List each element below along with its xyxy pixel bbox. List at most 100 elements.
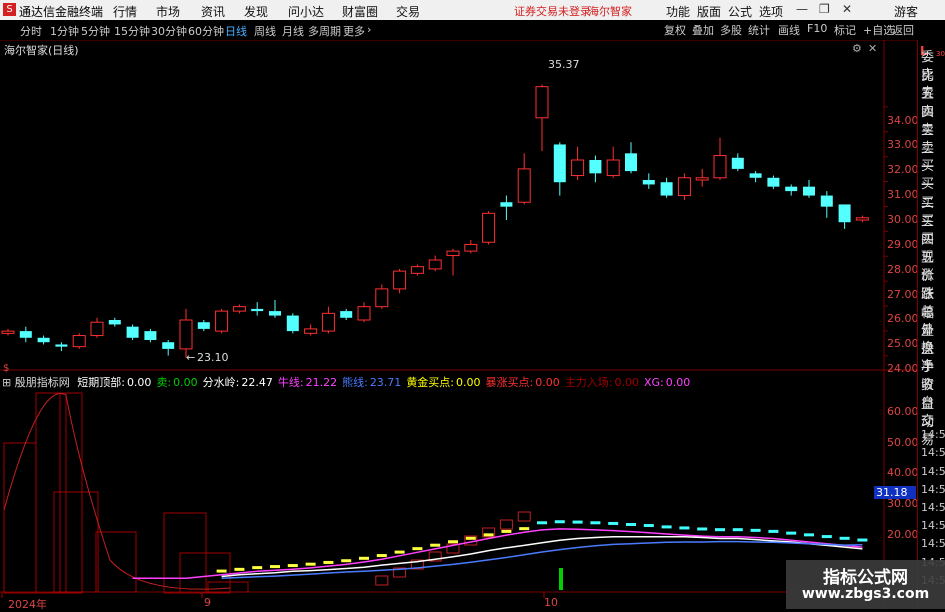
- candle-body: [286, 315, 299, 332]
- close-icon[interactable]: ✕: [842, 2, 852, 16]
- period-5min[interactable]: 5分钟: [81, 23, 110, 39]
- btn-overlay[interactable]: 叠加: [692, 22, 714, 38]
- period-15min[interactable]: 15分钟: [114, 23, 150, 39]
- indicator-item-value: 23.71: [369, 376, 402, 389]
- indicator-marker: [287, 564, 298, 568]
- candle-body: [553, 144, 566, 183]
- restore-icon[interactable]: ❐: [819, 2, 830, 16]
- indicator-item-value: 22.47: [241, 376, 273, 389]
- indicator-item-value: 0.00: [535, 376, 560, 389]
- period-30min[interactable]: 30分钟: [151, 23, 187, 39]
- period-weekly[interactable]: 周线: [254, 23, 276, 39]
- side-panel-item[interactable]: 14:56: [921, 501, 945, 514]
- indicator-marker: [857, 538, 868, 542]
- candle-body: [803, 186, 815, 196]
- period-60min[interactable]: 60分钟: [188, 23, 224, 39]
- y-tick: 34.00: [887, 114, 919, 127]
- candle-body: [428, 259, 442, 270]
- menu-options[interactable]: 选项: [759, 3, 783, 20]
- indicator-marker: [679, 526, 690, 530]
- side-panel-item[interactable]: 14:56: [921, 446, 945, 459]
- candle-body: [589, 160, 602, 174]
- indicator-marker: [839, 536, 850, 540]
- period-more[interactable]: 更多: [343, 23, 365, 39]
- menu-news[interactable]: 资讯: [201, 3, 225, 20]
- btn-back[interactable]: 返回: [892, 22, 914, 38]
- candle-body: [482, 212, 496, 243]
- menu-trade[interactable]: 交易: [396, 3, 420, 20]
- indicator-item-value: 0.00: [614, 376, 639, 389]
- menu-quotes[interactable]: 行情: [113, 3, 137, 20]
- indicator-marker: [697, 527, 708, 531]
- indicator-expand-icon[interactable]: ⊞: [2, 376, 11, 389]
- menu-function[interactable]: 功能: [666, 3, 690, 20]
- more-chevron-icon[interactable]: ›: [367, 23, 371, 36]
- indicator-box: [207, 581, 249, 593]
- indicator-marker: [234, 567, 245, 571]
- btn-draw[interactable]: 画线: [778, 22, 800, 38]
- candle-body: [375, 288, 389, 308]
- period-multi[interactable]: 多周期: [308, 23, 341, 39]
- candle-body: [606, 159, 620, 177]
- side-panel-item[interactable]: 14:56: [921, 428, 945, 441]
- menu-wealth[interactable]: 财富圈: [342, 3, 378, 20]
- indicator-box: [53, 491, 99, 593]
- signal-bar: [559, 568, 563, 590]
- btn-multi-stock[interactable]: 多股: [720, 22, 742, 38]
- indicator-marker: [465, 536, 476, 540]
- candle-body: [464, 243, 478, 252]
- period-1min[interactable]: 1分钟: [50, 23, 79, 39]
- ind-y-tick: 20.00: [887, 528, 919, 541]
- candle-body: [677, 177, 691, 197]
- indicator-marker: [323, 560, 334, 564]
- btn-add-watch[interactable]: +自选: [863, 22, 894, 38]
- indicator-marker: [554, 520, 565, 524]
- indicator-item-value: 21.22: [305, 376, 338, 389]
- indicator-marker: [412, 547, 423, 551]
- pane-marker-icon: $: [3, 363, 10, 374]
- indicator-curve: [3, 393, 231, 590]
- login-notice[interactable]: 证券交易未登录: [514, 3, 591, 19]
- side-panel-item[interactable]: 14:56: [921, 537, 945, 550]
- menu-market[interactable]: 市场: [156, 3, 180, 20]
- btn-mark[interactable]: 标记: [834, 22, 856, 38]
- ind-y-tick: 40.00: [887, 466, 919, 479]
- menu-ask[interactable]: 问小达: [288, 3, 324, 20]
- period-daily[interactable]: 日线: [225, 23, 247, 39]
- btn-stats[interactable]: 统计: [748, 22, 770, 38]
- indicator-item-label: 熊线:: [342, 376, 368, 389]
- indicator-item-label: XG:: [643, 376, 664, 389]
- candle-body: [232, 306, 246, 312]
- chart-area[interactable]: [0, 40, 917, 609]
- btn-f10[interactable]: F10: [807, 22, 827, 38]
- user-label[interactable]: 游客: [894, 3, 918, 20]
- side-panel-item[interactable]: 14:56: [921, 465, 945, 478]
- candle-body: [357, 306, 371, 321]
- side-panel-item[interactable]: 14:56: [921, 483, 945, 496]
- candle-body: [55, 344, 68, 347]
- settings-gear-icon[interactable]: ⚙: [852, 42, 862, 55]
- indicator-series-line: [221, 540, 863, 579]
- menu-discover[interactable]: 发现: [244, 3, 268, 20]
- minimize-icon[interactable]: —: [796, 2, 808, 16]
- indicator-marker: [341, 559, 352, 563]
- indicator-marker: [626, 523, 636, 526]
- chart-close-icon[interactable]: ✕: [868, 42, 877, 55]
- menu-layout[interactable]: 版面: [697, 3, 721, 20]
- btn-adjust[interactable]: 复权: [664, 22, 686, 38]
- candle-body: [785, 186, 798, 192]
- candle-body: [108, 320, 121, 325]
- y-tick: 30.00: [887, 213, 919, 226]
- indicator-name[interactable]: 殷朋指标网: [15, 376, 70, 389]
- period-timeshare[interactable]: 分时: [20, 23, 42, 39]
- indicator-marker: [270, 565, 280, 569]
- side-panel-item[interactable]: 14:56: [921, 519, 945, 532]
- indicator-item-label: 暴涨买点:: [485, 376, 534, 389]
- indicator-item-label: 分水岭:: [202, 376, 240, 389]
- y-tick: 32.00: [887, 163, 919, 176]
- indicator-marker: [519, 527, 530, 531]
- menu-formula[interactable]: 公式: [728, 3, 752, 20]
- period-monthly[interactable]: 月线: [282, 23, 304, 39]
- y-tick: 33.00: [887, 138, 919, 151]
- candle-body: [251, 308, 264, 312]
